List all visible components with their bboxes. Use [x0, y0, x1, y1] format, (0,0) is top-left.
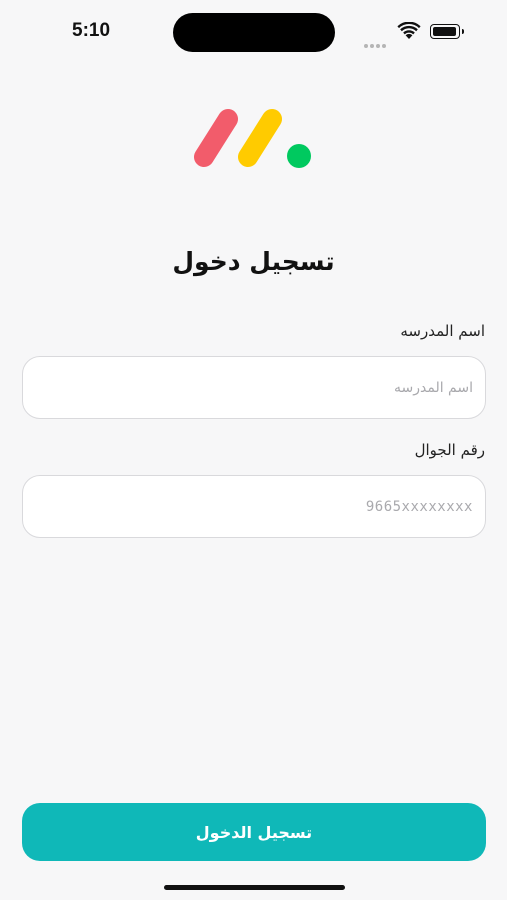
- status-time: 5:10: [72, 20, 111, 41]
- battery-icon: [430, 24, 464, 39]
- phone-input[interactable]: [22, 475, 486, 538]
- home-indicator: [164, 885, 345, 890]
- login-screen: 5:10 تسجيل دخول اسم المدرسه رقم الجوال ت…: [0, 0, 507, 900]
- cellular-signal-icon: [364, 33, 388, 52]
- monday-logo-icon: [194, 109, 311, 168]
- login-button[interactable]: تسجيل الدخول: [22, 803, 486, 861]
- phone-label: رقم الجوال: [414, 441, 485, 459]
- school-name-label: اسم المدرسه: [400, 322, 485, 340]
- dynamic-island: [173, 13, 335, 52]
- page-title: تسجيل دخول: [172, 247, 335, 276]
- status-bar: 5:10: [0, 0, 507, 62]
- school-name-input[interactable]: [22, 356, 486, 419]
- wifi-icon: [397, 22, 421, 39]
